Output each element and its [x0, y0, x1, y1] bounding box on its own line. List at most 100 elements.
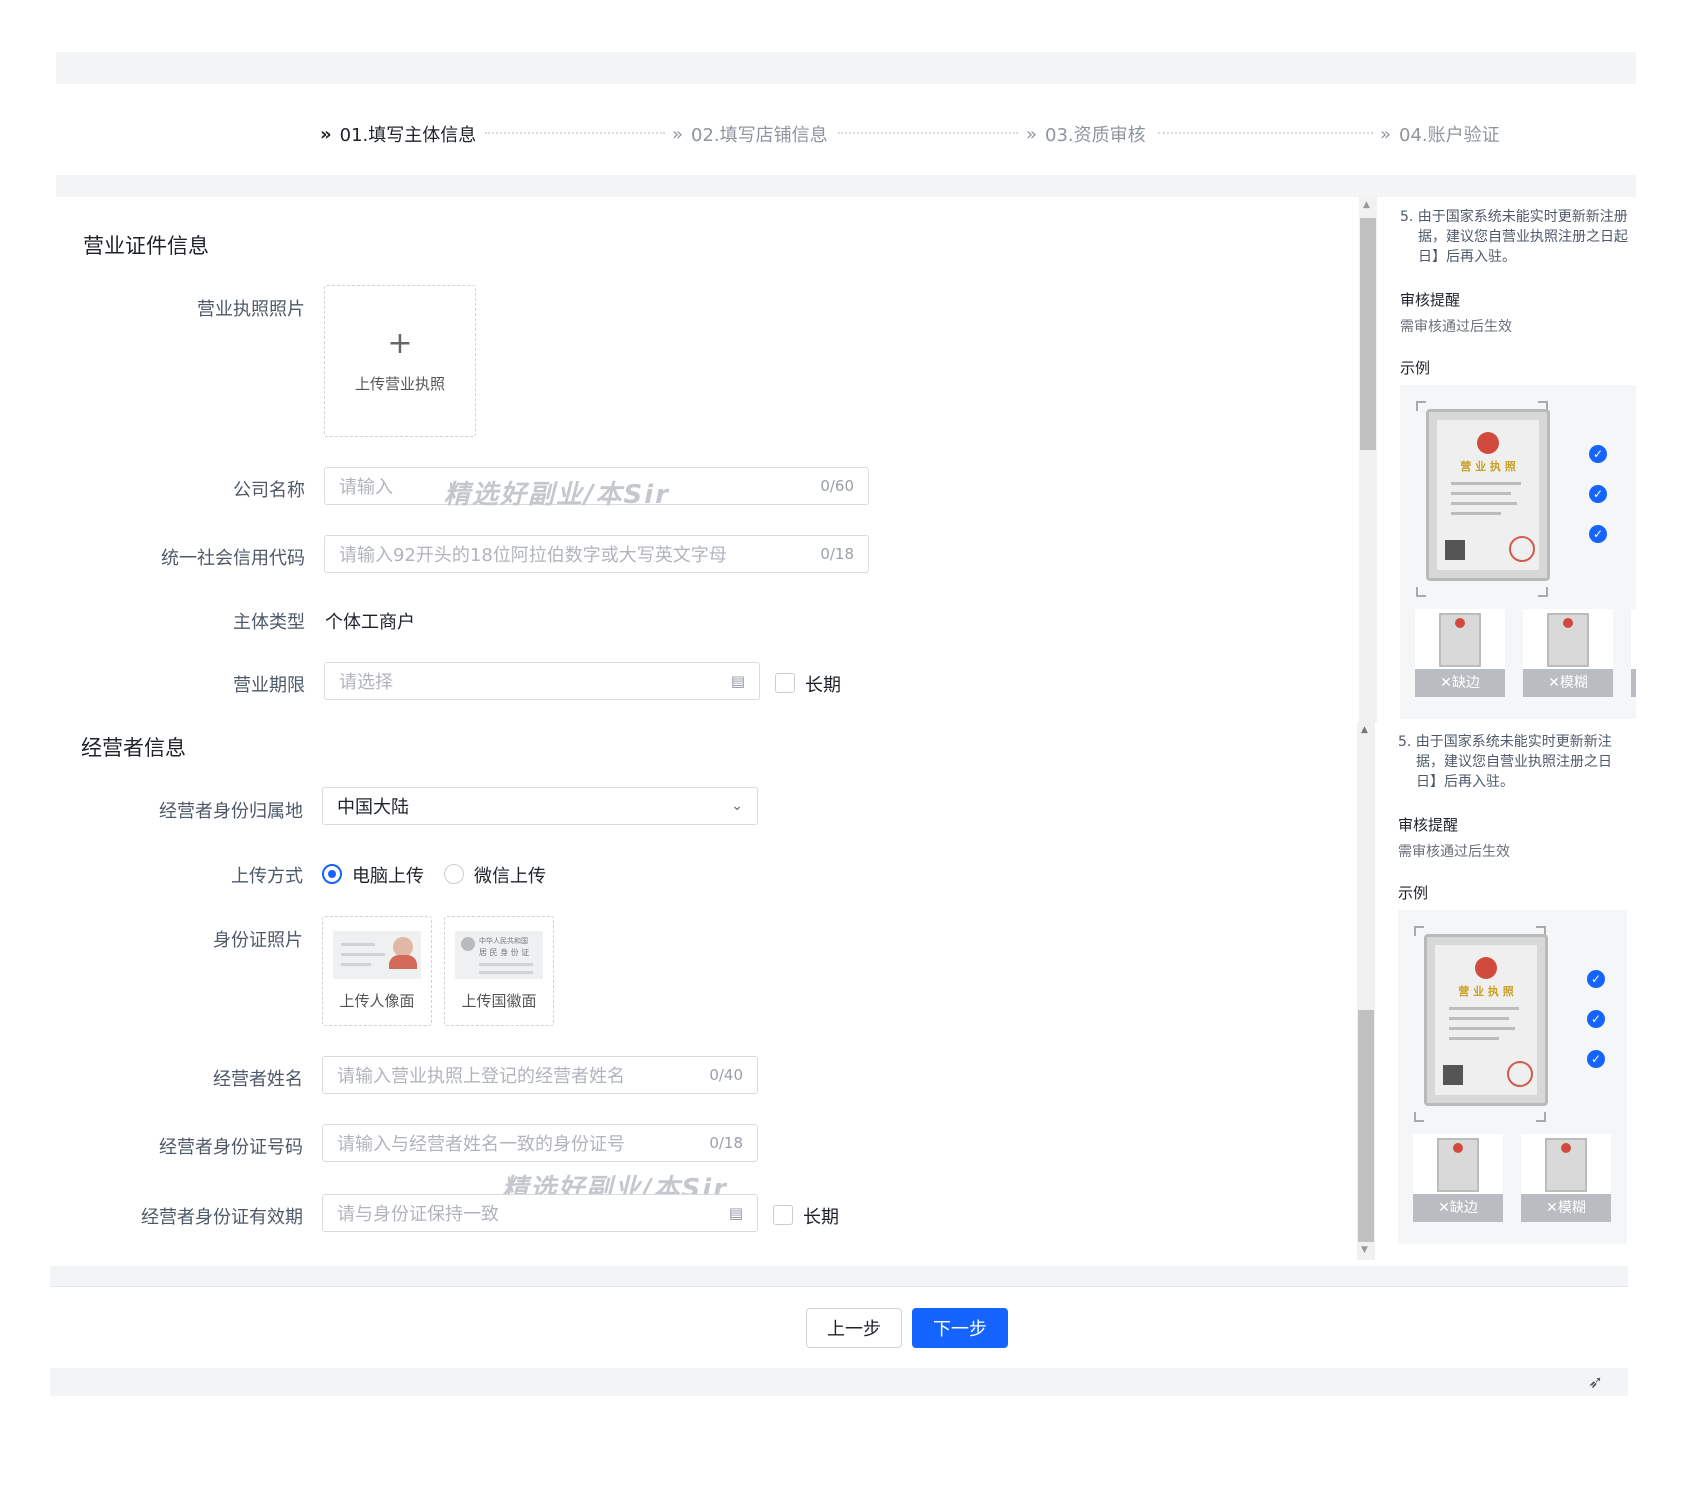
corner-mark: [1536, 1112, 1546, 1122]
id-photo-label: 身份证照片: [213, 930, 303, 951]
check-icon: ✓: [1587, 1050, 1605, 1068]
corner-mark: [1538, 587, 1548, 597]
operator-name-placeholder: 请输入营业执照上登记的经营者姓名: [337, 1066, 625, 1087]
long-term-checkbox[interactable]: [775, 673, 795, 693]
scrollbar-thumb[interactable]: [1360, 218, 1376, 450]
example-box: 营 业 执 照 ✓ ✓ ✓ ✕缺边 ✕模糊: [1398, 910, 1627, 1244]
region-label: 经营者身份归属地: [159, 801, 303, 822]
tip-line: 5. 由于国家系统未能实时更新新注: [1398, 734, 1612, 750]
id-back-text: 上传国徽面: [461, 992, 537, 1010]
scroll-up-arrow-icon[interactable]: ▲: [1361, 725, 1368, 735]
next-step-button[interactable]: 下一步: [912, 1308, 1008, 1348]
review-title: 审核提醒: [1398, 816, 1459, 834]
scrollbar-thumb[interactable]: [1358, 1010, 1374, 1242]
id-valid-placeholder: 请与身份证保持一致: [337, 1204, 499, 1225]
step-1[interactable]: » 01.填写主体信息: [320, 121, 476, 147]
bad-example-partial: [1631, 609, 1636, 697]
bad-tag: [1631, 669, 1636, 697]
right-panel-bottom: 5. 由于国家系统未能实时更新新注 据，建议您自营业执照注册之日 日】后再入驻。…: [1393, 722, 1627, 1247]
tip-line: 日】后再入驻。: [1416, 774, 1514, 790]
company-name-placeholder: 请输入: [339, 477, 393, 498]
top-gray-bar: [56, 52, 1636, 84]
example-box: 营 业 执 照 ✓ ✓ ✓ ✕缺边 ✕模糊: [1400, 385, 1636, 719]
emblem-icon: [1475, 957, 1497, 979]
chevron-right-icon: »: [320, 123, 332, 145]
step-3[interactable]: » 03.资质审核: [1026, 121, 1146, 147]
operator-section-title: 经营者信息: [81, 736, 186, 760]
chevron-down-icon: ⌄: [731, 798, 743, 814]
char-count: 0/40: [709, 1066, 743, 1084]
bad-tag: ✕模糊: [1523, 669, 1613, 697]
chevron-right-icon: »: [1380, 123, 1392, 145]
id-number-input[interactable]: 请输入与经营者姓名一致的身份证号 0/18: [322, 1124, 758, 1162]
char-count: 0/18: [709, 1134, 743, 1152]
calendar-icon: ▤: [728, 1204, 743, 1222]
corner-mark: [1416, 587, 1426, 597]
check-icon: ✓: [1587, 970, 1605, 988]
review-sub: 需审核通过后生效: [1398, 844, 1510, 860]
operator-name-input[interactable]: 请输入营业执照上登记的经营者姓名 0/40: [322, 1056, 758, 1094]
rocket-icon[interactable]: ➶: [1588, 1372, 1603, 1393]
emblem-icon: [461, 937, 475, 951]
id-front-upload[interactable]: 上传人像面: [322, 916, 432, 1026]
corner-mark: [1414, 926, 1424, 936]
example-title: 示例: [1398, 884, 1429, 902]
prev-step-button[interactable]: 上一步: [806, 1308, 902, 1348]
id-number-label: 经营者身份证号码: [159, 1137, 303, 1158]
id-back-illustration: 中华人民共和国 居 民 身 份 证: [455, 931, 543, 979]
period-placeholder: 请选择: [339, 672, 393, 693]
region-select[interactable]: 中国大陆 ⌄: [322, 787, 758, 825]
credit-code-label: 统一社会信用代码: [161, 548, 305, 569]
check-icon: ✓: [1587, 1010, 1605, 1028]
step-4[interactable]: » 04.账户验证: [1380, 121, 1500, 147]
scroll-down-arrow-icon[interactable]: ▼: [1361, 1245, 1368, 1255]
tip-line: 5. 由于国家系统未能实时更新新注册: [1400, 209, 1628, 225]
qr-code: [1443, 1065, 1463, 1085]
tip-line: 据，建议您自营业执照注册之日: [1416, 754, 1612, 770]
bad-example-missing-edge: ✕缺边: [1413, 1134, 1503, 1222]
credit-code-placeholder: 请输入92开头的18位阿拉伯数字或大写英文字母: [339, 545, 727, 566]
license-example-image: 营 业 执 照: [1424, 934, 1548, 1106]
id-valid-label: 经营者身份证有效期: [141, 1207, 303, 1228]
radio-pc-upload[interactable]: [322, 864, 342, 884]
text-line: [1449, 1027, 1515, 1030]
footer-top-border: [50, 1286, 1628, 1287]
id-back-upload[interactable]: 中华人民共和国 居 民 身 份 证 上传国徽面: [444, 916, 554, 1026]
license-example-image: 营 业 执 照: [1426, 409, 1550, 581]
step-divider: [1158, 132, 1373, 134]
chevron-right-icon: »: [672, 123, 684, 145]
review-sub: 需审核通过后生效: [1400, 319, 1512, 335]
pc-upload-label[interactable]: 电脑上传: [352, 862, 424, 888]
seal-icon: [1507, 1061, 1533, 1087]
watermark: 精选好副业/本Sir: [444, 480, 670, 510]
id-long-term-checkbox[interactable]: [773, 1205, 793, 1225]
tip-line: 据，建议您自营业执照注册之日起: [1418, 229, 1628, 245]
id-long-term-label: 长期: [803, 1207, 839, 1228]
bad-example-blurry: ✕模糊: [1521, 1134, 1611, 1222]
radio-wechat-upload[interactable]: [444, 864, 464, 884]
bad-example-blurry: ✕模糊: [1523, 609, 1613, 697]
upload-license-text: 上传营业执照: [354, 374, 445, 393]
step-divider: [838, 132, 1018, 134]
business-period-picker[interactable]: 请选择 ▤: [324, 662, 760, 700]
long-term-label: 长期: [805, 675, 841, 696]
text-line: [1449, 1037, 1499, 1040]
operator-name-label: 经营者姓名: [213, 1069, 303, 1090]
id-valid-picker[interactable]: 请与身份证保持一致 ▤: [322, 1194, 758, 1232]
right-panel-top: 5. 由于国家系统未能实时更新新注册 据，建议您自营业执照注册之日起 日】后再入…: [1395, 197, 1636, 722]
check-icon: ✓: [1589, 485, 1607, 503]
tip-text: 5. 由于国家系统未能实时更新新注 据，建议您自营业执照注册之日 日】后再入驻。: [1398, 732, 1627, 792]
text-line: [1451, 482, 1521, 485]
step-2[interactable]: » 02.填写店铺信息: [672, 121, 828, 147]
license-upload[interactable]: + 上传营业执照: [324, 285, 476, 437]
wechat-upload-label[interactable]: 微信上传: [474, 862, 546, 888]
seal-icon: [1509, 536, 1535, 562]
text-line: [1449, 1007, 1519, 1010]
tip-text: 5. 由于国家系统未能实时更新新注册 据，建议您自营业执照注册之日起 日】后再入…: [1400, 207, 1636, 267]
bad-tag: ✕缺边: [1413, 1194, 1503, 1222]
credit-code-input[interactable]: 请输入92开头的18位阿拉伯数字或大写英文字母 0/18: [324, 535, 869, 573]
gray-separator: [56, 175, 1636, 197]
char-count: 0/18: [820, 545, 854, 563]
scroll-up-arrow-icon[interactable]: ▲: [1363, 200, 1370, 210]
review-title: 审核提醒: [1400, 291, 1461, 309]
